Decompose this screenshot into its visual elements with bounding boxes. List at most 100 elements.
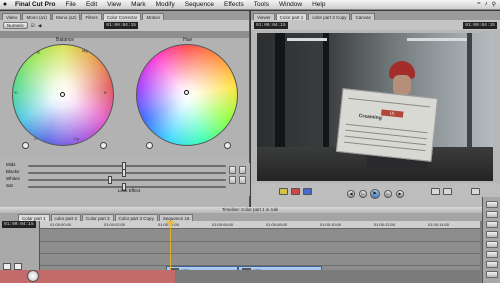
tab-color-part-1[interactable]: Color part 1 [18, 214, 50, 221]
menu-mark[interactable]: Mark [126, 1, 150, 8]
blacks-slider[interactable]: Blacks [4, 169, 226, 177]
volume-icon[interactable]: ♪ [485, 1, 488, 8]
copy-filter-icon[interactable]: ◀ [38, 23, 41, 29]
tab-mono-a1[interactable]: Mono (a1) [22, 13, 51, 20]
hue-reset-icon[interactable] [224, 142, 231, 149]
insert-edit-button[interactable] [279, 188, 288, 195]
wheel-mark-b: B [104, 90, 107, 95]
tab-motion[interactable]: Motion [142, 13, 164, 20]
wheel-mark-cy: Cy [74, 136, 79, 141]
blacks-thumb[interactable] [122, 169, 126, 177]
selection-tool-icon[interactable] [486, 201, 498, 208]
menu-view[interactable]: View [102, 1, 126, 8]
timeline-ruler[interactable]: 01:00:00:00 01:00:02:00 01:00:04:00 01:0… [0, 221, 480, 229]
zoom-tool-icon[interactable] [486, 261, 498, 268]
tab-sequence-16[interactable]: Sequence 16 [158, 214, 194, 221]
blacks-track[interactable] [28, 172, 226, 174]
tab-canvas[interactable]: Canvas [351, 13, 375, 20]
tab-color-part-1[interactable]: Color part 1 [275, 13, 308, 20]
select-auto-balance-button[interactable] [239, 176, 246, 184]
mark-in-button[interactable] [431, 188, 440, 195]
balance-reset-icon[interactable] [100, 142, 107, 149]
zoom-slider-knob[interactable] [27, 270, 39, 282]
mark-out-button[interactable] [443, 188, 452, 195]
keyframe-strip[interactable] [0, 31, 249, 38]
tab-color-part-2[interactable]: color part 2 [50, 214, 82, 221]
play-in-to-out-icon[interactable]: ▷ [359, 190, 367, 198]
ruler-tick: 01:00:00:00 [50, 222, 72, 227]
hue-eyedropper-icon[interactable] [146, 142, 153, 149]
canvas-current-timecode[interactable]: 01:00:04:15 [463, 21, 497, 29]
mids-label: Mids [6, 162, 16, 167]
tab-mono-a2[interactable]: Mono (a2) [51, 13, 81, 20]
menu-window[interactable]: Window [274, 1, 307, 8]
timeline-scrollbar[interactable] [175, 270, 480, 283]
sat-slider[interactable]: Sat [4, 183, 226, 191]
roll-tool-icon[interactable] [486, 231, 498, 238]
go-to-in-icon[interactable]: ◀ [347, 190, 355, 198]
wifi-icon[interactable]: ≈ [477, 1, 480, 8]
viewer-tabs: Video Mono (a1) Mono (a2) Filters Color … [0, 11, 249, 20]
balance-indicator[interactable] [60, 92, 65, 97]
person-face [393, 75, 411, 95]
menu-app[interactable]: Final Cut Pro [10, 1, 60, 8]
razor-tool-icon[interactable] [486, 251, 498, 258]
go-to-out-icon[interactable]: ▶ [396, 190, 404, 198]
balance-eyedropper-icon[interactable] [22, 142, 29, 149]
replace-edit-button[interactable] [303, 188, 312, 195]
auto-black-button[interactable] [229, 166, 236, 174]
auto-white-button[interactable] [239, 166, 246, 174]
menu-edit[interactable]: Edit [81, 1, 102, 8]
auto-contrast-button[interactable] [229, 176, 236, 184]
whites-track[interactable] [28, 179, 226, 181]
play-button[interactable]: ▶ [370, 189, 380, 199]
mids-track[interactable] [28, 165, 226, 167]
search-icon[interactable]: ⚲ [492, 1, 496, 8]
timeline-window: Timeline: Color part 1 in rule Color par… [0, 207, 500, 283]
whites-thumb[interactable] [108, 176, 112, 184]
menu-tools[interactable]: Tools [249, 1, 274, 8]
tab-color-part-3-copy[interactable]: color part 3 Copy [308, 13, 351, 20]
tab-filters[interactable]: Filters [81, 13, 102, 20]
numeric-button[interactable]: Numeric [3, 22, 28, 29]
newspaper-text-line [348, 97, 431, 108]
apple-menu-icon[interactable]: ● [0, 1, 10, 8]
ceiling-light [407, 38, 467, 41]
add-marker-button[interactable] [471, 188, 480, 195]
tab-video[interactable]: Video [2, 13, 22, 20]
menu-bar: ● Final Cut Pro File Edit View Mark Modi… [0, 0, 500, 10]
pen-tool-icon[interactable] [486, 271, 498, 278]
track-select-tool-icon[interactable] [486, 221, 498, 228]
menu-effects[interactable]: Effects [219, 1, 249, 8]
wheel-mark-yl: Yl [14, 90, 18, 95]
tab-color-part-3[interactable]: Color part 3 [82, 214, 114, 221]
play-around-icon[interactable]: ▷ [384, 190, 392, 198]
timeline-timecode[interactable]: 01:00:04:15 [2, 221, 36, 228]
balance-label: Balance [56, 37, 75, 43]
hue-indicator[interactable] [184, 90, 189, 95]
tab-viewer[interactable]: Viewer [253, 13, 275, 20]
hue-wheel[interactable] [136, 44, 238, 146]
overwrite-edit-button[interactable] [291, 188, 300, 195]
menu-file[interactable]: File [60, 1, 80, 8]
mids-slider[interactable]: Mids [4, 162, 226, 170]
tab-color-corrector[interactable]: Color Corrector [102, 13, 142, 20]
enable-checkbox-icon[interactable]: ☑ [31, 23, 35, 29]
ruler-tick: 01:00:08:00 [266, 222, 288, 227]
track-lock-icon[interactable] [14, 263, 22, 270]
color-wheels: Balance Hue R Mg B Cy G Yl [0, 37, 249, 158]
limit-effect-label[interactable]: Limit Effect [118, 188, 140, 193]
timeline-tabs: Color part 1 color part 2 Color part 3 C… [0, 213, 500, 221]
menu-modify[interactable]: Modify [151, 1, 180, 8]
track-visibility-toggle[interactable] [3, 263, 11, 270]
tab-color-part-3-copy[interactable]: Color part 3 Copy [114, 214, 158, 221]
slip-tool-icon[interactable] [486, 241, 498, 248]
canvas-duration-timecode[interactable]: 01:00:04:15 [254, 21, 288, 29]
whites-slider[interactable]: Whites [4, 176, 226, 184]
wheel-mark-g: G [34, 136, 38, 141]
menu-sequence[interactable]: Sequence [180, 1, 219, 8]
tool-palette [482, 197, 500, 283]
color-corrector-timecode[interactable]: 01:00:04:15 [104, 22, 138, 29]
edit-selection-tool-icon[interactable] [486, 211, 498, 218]
menu-help[interactable]: Help [307, 1, 330, 8]
